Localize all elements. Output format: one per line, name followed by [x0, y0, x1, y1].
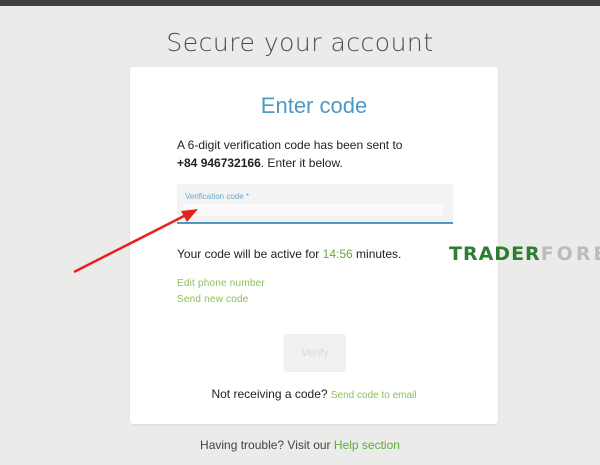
edit-phone-link[interactable]: Edit phone number [177, 278, 265, 289]
timer-value: 14:56 [322, 247, 353, 261]
verification-description: A 6-digit verification code has been sen… [177, 136, 477, 172]
page-title: Secure your account [166, 28, 434, 57]
verification-code-input[interactable] [183, 204, 443, 216]
not-receiving-row: Not receiving a code? Send code to email [130, 387, 498, 401]
watermark-part2: FOREX [540, 243, 600, 265]
watermark-logo: TRADERFOREX [449, 243, 600, 265]
top-bar [0, 0, 600, 6]
verification-card: Enter code A 6-digit verification code h… [130, 67, 498, 424]
card-title: Enter code [260, 93, 368, 118]
timer-suffix: minutes. [356, 247, 402, 261]
timer-prefix: Your code will be active for [177, 247, 320, 261]
code-timer: Your code will be active for 14:56 minut… [177, 247, 401, 261]
trouble-text: Having trouble? Visit our [200, 438, 331, 452]
trouble-row: Having trouble? Visit our Help section [0, 438, 600, 452]
verification-code-label: Verification code * [185, 192, 250, 201]
send-new-code-link[interactable]: Send new code [177, 294, 249, 305]
send-code-to-email-link[interactable]: Send code to email [331, 390, 417, 401]
description-line1: A 6-digit verification code has been sen… [177, 138, 403, 152]
not-receiving-text: Not receiving a code? [211, 387, 328, 401]
description-line2: . Enter it below. [260, 156, 343, 170]
watermark-part1: TRADER [449, 243, 541, 265]
verification-code-field[interactable]: Verification code * [177, 184, 453, 224]
phone-number: +84 946732166 [177, 156, 261, 170]
help-section-link[interactable]: Help section [334, 438, 400, 452]
verify-button[interactable]: Verify [284, 334, 346, 372]
